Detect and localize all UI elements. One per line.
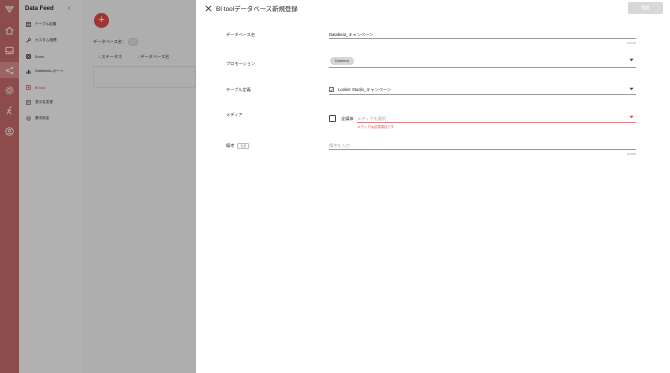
promotion-dropdown-icon[interactable] [628, 57, 634, 63]
note-underline [329, 149, 636, 150]
all-media-checkbox[interactable] [329, 115, 336, 122]
table-definition-label: テーブル定義 [226, 87, 251, 92]
table-definition-underline [329, 94, 636, 95]
overlay-backdrop[interactable] [0, 0, 196, 373]
media-underline [357, 122, 636, 123]
note-label: 備考 任意 [226, 143, 250, 149]
drawer-title: BI toolデータベース新規登録 [216, 6, 298, 13]
register-button[interactable]: 登録 [628, 2, 663, 14]
media-dropdown-icon[interactable] [628, 114, 634, 120]
table-definition-dropdown-icon[interactable] [628, 86, 634, 92]
database-name-label: データベース名 [226, 32, 256, 37]
promotion-chip[interactable]: Databeat [330, 57, 354, 65]
database-name-counter: 21/100 [626, 41, 636, 45]
new-database-drawer: BI toolデータベース新規登録 登録 データベース名 Databeat_キャ… [196, 0, 670, 373]
close-icon[interactable] [203, 3, 213, 13]
note-counter: 0/1000 [626, 152, 636, 156]
table-definition-check-icon [329, 87, 334, 92]
optional-badge: 任意 [237, 143, 250, 149]
promotion-underline [329, 67, 636, 68]
table-definition-select[interactable]: Looker Studio_キャンペーン [338, 87, 391, 93]
note-label-text: 備考 [226, 143, 235, 148]
database-name-underline [329, 38, 636, 39]
promotion-label: プロモーション [226, 61, 256, 66]
all-media-label: 全媒体 [341, 116, 354, 121]
media-error-text: メディアは必須項目です [357, 125, 395, 129]
media-label: メディア [226, 112, 243, 117]
